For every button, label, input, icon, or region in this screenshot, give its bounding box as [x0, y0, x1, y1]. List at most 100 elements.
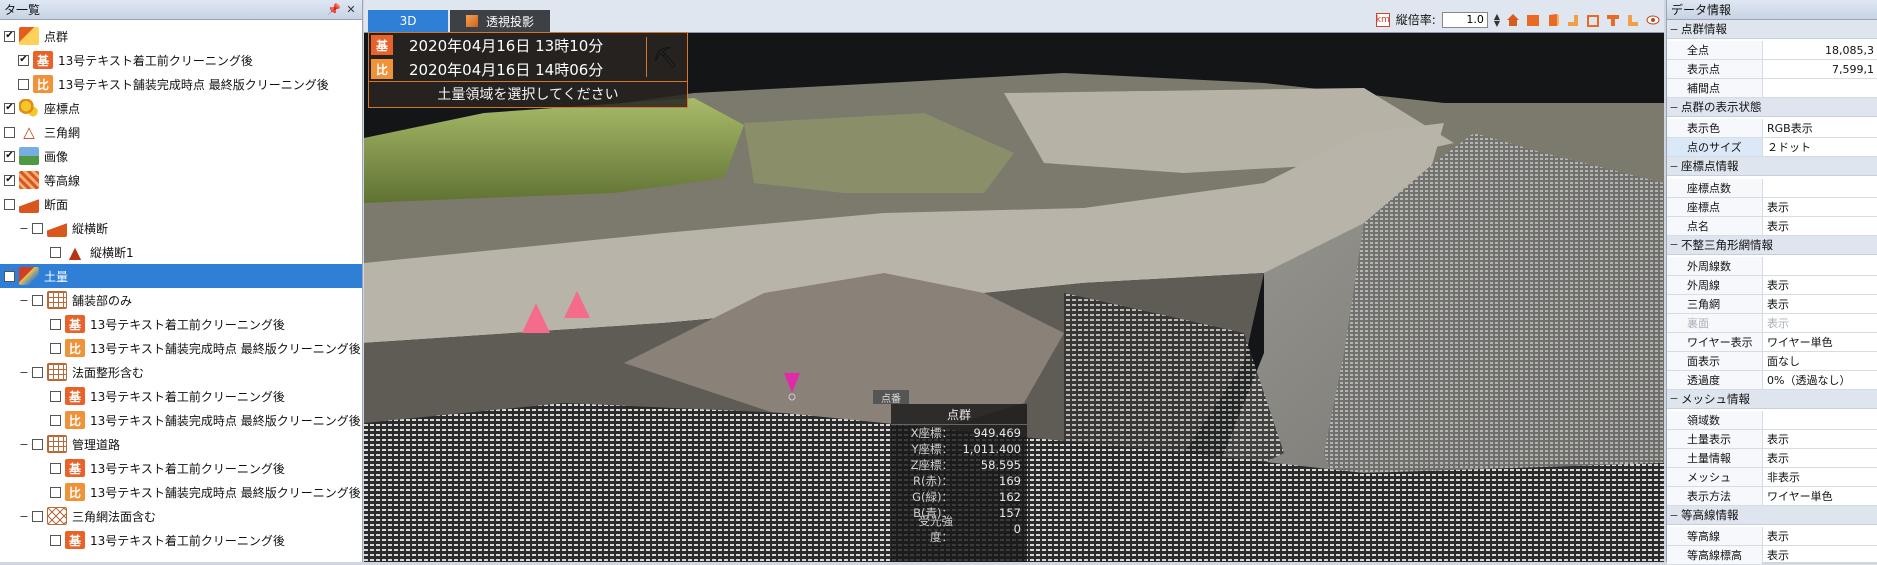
property-row[interactable]: 外周線数: [1667, 256, 1877, 276]
tree-row[interactable]: ✔ 等高線: [0, 168, 362, 192]
property-row[interactable]: 全点 18,085,3: [1667, 41, 1877, 61]
tree-row[interactable]: 比 13号テキスト舗装完成時点 最終版クリーニング後: [0, 336, 362, 360]
property-row[interactable]: ワイヤー表示 ワイヤー単色: [1667, 332, 1877, 352]
tree-row[interactable]: 比 13号テキスト舗装完成時点 最終版クリーニング後: [0, 72, 362, 96]
visibility-checkbox[interactable]: [50, 342, 61, 354]
visibility-checkbox[interactable]: [50, 246, 61, 258]
visibility-checkbox[interactable]: [32, 222, 43, 234]
tree-row[interactable]: ✔ 画像: [0, 144, 362, 168]
visibility-checkbox[interactable]: [50, 390, 61, 402]
tree-row[interactable]: − 縦横断: [0, 216, 362, 240]
tree-row[interactable]: − 舗装部のみ: [0, 288, 362, 312]
property-section-header[interactable]: − 不整三角形網情報: [1667, 235, 1877, 255]
tree-row[interactable]: − 三角網法面含む: [0, 504, 362, 528]
collapse-icon[interactable]: −: [1667, 160, 1681, 173]
view-side-icon[interactable]: [1546, 13, 1560, 27]
property-row[interactable]: 三角網 表示: [1667, 294, 1877, 314]
property-row[interactable]: 土量情報 表示: [1667, 449, 1877, 468]
visibility-checkbox[interactable]: [18, 78, 29, 90]
visibility-checkbox[interactable]: ✔: [18, 54, 29, 66]
view-top-icon[interactable]: [1606, 13, 1620, 27]
tree-row[interactable]: 基 13号テキスト着工前クリーニング後: [0, 528, 362, 552]
view-back-icon[interactable]: [1586, 13, 1600, 27]
tree-row[interactable]: 比 13号テキスト舗装完成時点 最終版クリーニング後: [0, 408, 362, 432]
tree-row[interactable]: 比 13号テキスト舗装完成時点 最終版クリーニング後: [0, 480, 362, 504]
collapse-icon[interactable]: −: [1667, 101, 1681, 114]
property-row[interactable]: 表示点 7,599,1: [1667, 60, 1877, 80]
home-icon[interactable]: [1506, 13, 1520, 27]
property-row[interactable]: 等高線標高 表示: [1667, 546, 1877, 565]
volume-calc-icon[interactable]: ⛏: [646, 37, 683, 77]
visibility-checkbox[interactable]: ✔: [4, 102, 15, 114]
collapse-toggle[interactable]: −: [18, 294, 30, 307]
property-row[interactable]: 土量表示 表示: [1667, 430, 1877, 449]
collapse-icon[interactable]: −: [1667, 23, 1681, 36]
tree-row[interactable]: △ 三角網: [0, 120, 362, 144]
visibility-checkbox[interactable]: [32, 294, 43, 306]
property-section-header[interactable]: − 点群情報: [1667, 20, 1877, 39]
property-row[interactable]: 座標点 表示: [1667, 197, 1877, 217]
visibility-checkbox[interactable]: [50, 486, 61, 498]
visibility-checkbox[interactable]: [32, 366, 43, 378]
property-row[interactable]: 表示色 RGB表示: [1667, 119, 1877, 139]
tree-row[interactable]: 基 13号テキスト着工前クリーニング後: [0, 456, 362, 480]
vertical-scale-input[interactable]: [1441, 11, 1488, 28]
property-row[interactable]: 表示方法 ワイヤー単色: [1667, 487, 1877, 506]
property-section-header[interactable]: − 等高線情報: [1667, 506, 1877, 525]
visibility-checkbox[interactable]: [32, 438, 43, 450]
property-row[interactable]: 点のサイズ ２ドット: [1667, 138, 1877, 158]
visibility-checkbox[interactable]: ✔: [4, 30, 15, 42]
visibility-checkbox[interactable]: [50, 414, 61, 426]
tab-perspective[interactable]: 透視投影: [450, 10, 550, 32]
collapse-icon[interactable]: −: [1667, 509, 1681, 522]
collapse-icon[interactable]: −: [1667, 238, 1681, 251]
visibility-checkbox[interactable]: [50, 318, 61, 330]
view-front-icon[interactable]: [1526, 13, 1540, 27]
property-row[interactable]: 補間点: [1667, 79, 1877, 99]
view-bottom-icon[interactable]: [1626, 13, 1640, 27]
visibility-checkbox[interactable]: [50, 534, 61, 546]
tree-row[interactable]: ✔ 座標点: [0, 96, 362, 120]
tree-row[interactable]: 基 13号テキスト着工前クリーニング後: [0, 384, 362, 408]
collapse-toggle[interactable]: −: [18, 222, 30, 235]
tree-row[interactable]: ✔ 点群: [0, 24, 362, 48]
visibility-checkbox[interactable]: [4, 198, 15, 210]
view-right-icon[interactable]: [1566, 13, 1580, 27]
tree-row[interactable]: 断面: [0, 192, 362, 216]
property-section-header[interactable]: − 点群の表示状態: [1667, 98, 1877, 118]
collapse-toggle[interactable]: −: [18, 438, 30, 451]
tree-row[interactable]: − 法面整形含む: [0, 360, 362, 384]
property-row[interactable]: 外周線 表示: [1667, 275, 1877, 295]
visibility-checkbox[interactable]: [4, 126, 15, 138]
property-row[interactable]: 面表示 面なし: [1667, 351, 1877, 371]
property-section-header[interactable]: − 座標点情報: [1667, 157, 1877, 177]
eye-icon[interactable]: [1646, 13, 1660, 27]
visibility-checkbox[interactable]: ✔: [4, 174, 15, 186]
collapse-toggle[interactable]: −: [18, 510, 30, 523]
property-section-header[interactable]: − メッシュ情報: [1667, 389, 1877, 409]
spin-button[interactable]: ▲ ▼: [1494, 12, 1500, 27]
property-row[interactable]: 裏面 表示: [1667, 313, 1877, 333]
property-row[interactable]: 透過度 0%（透過なし）: [1667, 370, 1877, 390]
visibility-checkbox[interactable]: [50, 462, 61, 474]
property-row[interactable]: メッシュ 非表示: [1667, 468, 1877, 487]
tree-row[interactable]: 土量: [0, 264, 362, 288]
property-row[interactable]: 等高線 表示: [1667, 527, 1877, 547]
collapse-icon[interactable]: −: [1667, 392, 1681, 405]
tree-row[interactable]: − 管理道路: [0, 432, 362, 456]
property-key: 等高線標高: [1667, 546, 1763, 565]
property-row[interactable]: 点名 表示: [1667, 216, 1877, 236]
tab-3d[interactable]: 3D: [368, 10, 448, 32]
visibility-checkbox[interactable]: [32, 510, 43, 522]
property-row[interactable]: 座標点数: [1667, 178, 1877, 198]
tree-row[interactable]: 基 13号テキスト着工前クリーニング後: [0, 312, 362, 336]
close-icon[interactable]: ✕: [344, 3, 358, 16]
property-row[interactable]: 領域数: [1667, 411, 1877, 430]
3d-viewer[interactable]: 3D 透視投影 km 縦倍率: ▲▼: [364, 0, 1664, 562]
visibility-checkbox[interactable]: ✔: [4, 150, 15, 162]
tree-row[interactable]: ✔ 基 13号テキスト着工前クリーニング後: [0, 48, 362, 72]
pin-icon[interactable]: 📌: [327, 3, 341, 16]
tree-row[interactable]: ▲ 縦横断1: [0, 240, 362, 264]
collapse-toggle[interactable]: −: [18, 366, 30, 379]
visibility-checkbox[interactable]: [4, 270, 15, 282]
